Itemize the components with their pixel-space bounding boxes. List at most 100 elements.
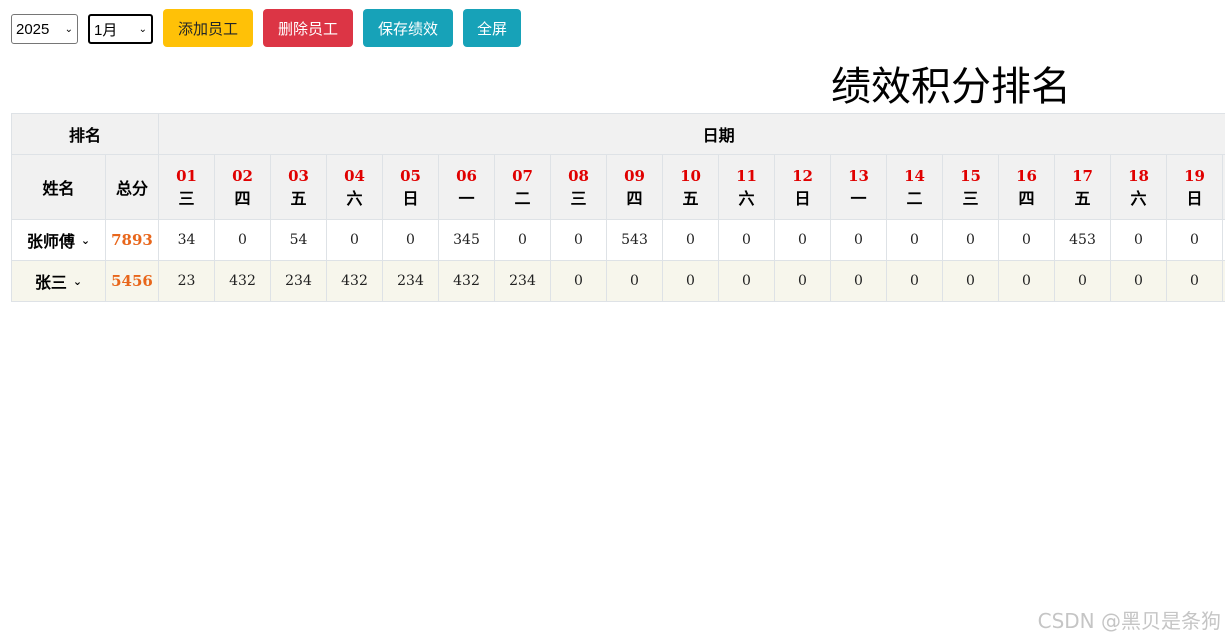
day-weekday: 日 bbox=[794, 189, 811, 208]
day-number: 03 bbox=[288, 167, 309, 185]
day-header-19: 19 日 bbox=[1166, 154, 1224, 220]
day-weekday: 一 bbox=[850, 189, 867, 208]
day-header-13: 13 一 bbox=[830, 154, 888, 220]
day-header-15: 15 三 bbox=[942, 154, 1000, 220]
month-select[interactable]: 1月 ⌄ bbox=[88, 14, 153, 44]
daily-score-cell[interactable]: 0 bbox=[942, 260, 1000, 302]
daily-score-cell[interactable]: 0 bbox=[550, 219, 608, 261]
day-number: 14 bbox=[904, 167, 925, 185]
day-weekday: 六 bbox=[346, 189, 363, 208]
daily-score-cell[interactable]: 0 bbox=[326, 219, 384, 261]
employee-name-wrapper: 张三 ⌄ bbox=[35, 269, 82, 293]
year-select-value: 2025 bbox=[16, 20, 50, 38]
year-select[interactable]: 2025 ⌄ bbox=[11, 14, 78, 44]
daily-score-cell[interactable]: 0 bbox=[1110, 219, 1168, 261]
day-weekday: 四 bbox=[1018, 189, 1035, 208]
daily-score-cell[interactable]: 234 bbox=[494, 260, 552, 302]
day-header-07: 07 二 bbox=[494, 154, 552, 220]
daily-score-cell[interactable]: 0 bbox=[662, 219, 720, 261]
employee-name: 张师傅 bbox=[26, 232, 75, 251]
day-header-10: 10 五 bbox=[662, 154, 720, 220]
day-header-12: 12 日 bbox=[774, 154, 832, 220]
daily-score-cell[interactable]: 34 bbox=[158, 219, 216, 261]
daily-score-cell[interactable]: 0 bbox=[942, 219, 1000, 261]
day-weekday: 三 bbox=[570, 189, 587, 208]
save-performance-button[interactable]: 保存绩效 bbox=[363, 9, 453, 47]
ranking-table: 排名 日期 姓名 总分 01 三 02 四 03 五 04 六 05 日 06 一 07 二 08 三 09 四 1… bbox=[11, 113, 1225, 302]
daily-score-cell[interactable]: 0 bbox=[662, 260, 720, 302]
day-number: 08 bbox=[568, 167, 589, 185]
daily-score-cell[interactable]: 23 bbox=[158, 260, 216, 302]
daily-score-cell[interactable]: 0 bbox=[382, 219, 440, 261]
daily-score-cell[interactable]: 432 bbox=[326, 260, 384, 302]
day-weekday: 日 bbox=[402, 189, 419, 208]
daily-score-cell[interactable]: 0 bbox=[830, 219, 888, 261]
day-header-17: 17 五 bbox=[1054, 154, 1112, 220]
add-employee-button[interactable]: 添加员工 bbox=[163, 9, 253, 47]
employee-name-wrapper: 张师傅 ⌄ bbox=[27, 228, 90, 252]
daily-score-cell[interactable]: 0 bbox=[1166, 219, 1224, 261]
date-header: 日期 bbox=[158, 113, 1225, 155]
day-header-08: 08 三 bbox=[550, 154, 608, 220]
day-weekday: 日 bbox=[1186, 189, 1203, 208]
month-select-value: 1月 bbox=[94, 21, 118, 39]
chevron-down-icon: ⌄ bbox=[138, 23, 147, 35]
daily-score-cell[interactable]: 0 bbox=[886, 260, 944, 302]
day-header-16: 16 四 bbox=[998, 154, 1056, 220]
daily-score-cell[interactable]: 0 bbox=[1054, 260, 1112, 302]
fullscreen-button[interactable]: 全屏 bbox=[463, 9, 521, 47]
daily-score-cell[interactable]: 0 bbox=[998, 219, 1056, 261]
day-number: 10 bbox=[680, 167, 701, 185]
daily-score-cell[interactable]: 345 bbox=[438, 219, 496, 261]
daily-score-cell[interactable]: 0 bbox=[606, 260, 664, 302]
daily-score-cell[interactable]: 0 bbox=[550, 260, 608, 302]
day-number: 05 bbox=[400, 167, 421, 185]
daily-score-cell[interactable]: 0 bbox=[718, 219, 776, 261]
day-number: 15 bbox=[960, 167, 981, 185]
day-weekday: 五 bbox=[1074, 189, 1091, 208]
day-weekday: 六 bbox=[1130, 189, 1147, 208]
day-header-14: 14 二 bbox=[886, 154, 944, 220]
daily-score-cell[interactable]: 543 bbox=[606, 219, 664, 261]
daily-score-cell[interactable]: 0 bbox=[886, 219, 944, 261]
name-header: 姓名 bbox=[11, 154, 106, 220]
day-weekday: 二 bbox=[906, 189, 923, 208]
chevron-down-icon: ⌄ bbox=[80, 233, 91, 247]
daily-score-cell[interactable]: 0 bbox=[1110, 260, 1168, 302]
day-weekday: 四 bbox=[234, 189, 251, 208]
day-number: 11 bbox=[736, 167, 757, 185]
daily-score-cell[interactable]: 234 bbox=[270, 260, 328, 302]
day-number: 12 bbox=[792, 167, 813, 185]
day-number: 18 bbox=[1128, 167, 1149, 185]
daily-score-cell[interactable]: 0 bbox=[998, 260, 1056, 302]
daily-score-cell[interactable]: 0 bbox=[830, 260, 888, 302]
daily-score-cell[interactable]: 453 bbox=[1054, 219, 1112, 261]
employee-name-select[interactable]: 张三 ⌄ bbox=[11, 260, 106, 302]
header-row-days: 姓名 总分 01 三 02 四 03 五 04 六 05 日 06 一 07 二 08 三 09 四 10 五 11 六 1… bbox=[11, 154, 1225, 220]
daily-score-cell[interactable]: 0 bbox=[718, 260, 776, 302]
daily-score-cell[interactable]: 0 bbox=[214, 219, 272, 261]
day-weekday: 一 bbox=[458, 189, 475, 208]
day-number: 16 bbox=[1016, 167, 1037, 185]
day-number: 04 bbox=[344, 167, 365, 185]
total-header: 总分 bbox=[104, 154, 160, 220]
daily-score-cell[interactable]: 0 bbox=[774, 260, 832, 302]
delete-employee-button[interactable]: 删除员工 bbox=[263, 9, 353, 47]
daily-score-cell[interactable]: 54 bbox=[270, 219, 328, 261]
day-weekday: 三 bbox=[962, 189, 979, 208]
page-title: 绩效积分排名 bbox=[831, 64, 1071, 110]
table-row: 张师傅 ⌄ 7893 34 0 54 0 0 345 0 0 543 0 0 0 0 0 0 0 453 0 0 bbox=[11, 219, 1225, 261]
day-weekday: 五 bbox=[682, 189, 699, 208]
daily-score-cell[interactable]: 432 bbox=[214, 260, 272, 302]
daily-score-cell[interactable]: 432 bbox=[438, 260, 496, 302]
daily-score-cell[interactable]: 0 bbox=[1166, 260, 1224, 302]
daily-score-cell[interactable]: 0 bbox=[494, 219, 552, 261]
day-number: 17 bbox=[1072, 167, 1093, 185]
total-score: 5456 bbox=[104, 260, 160, 302]
daily-score-cell[interactable]: 0 bbox=[774, 219, 832, 261]
employee-name-select[interactable]: 张师傅 ⌄ bbox=[11, 219, 106, 261]
daily-score-cell[interactable]: 234 bbox=[382, 260, 440, 302]
day-number: 01 bbox=[176, 167, 197, 185]
day-number: 13 bbox=[848, 167, 869, 185]
day-number: 06 bbox=[456, 167, 477, 185]
